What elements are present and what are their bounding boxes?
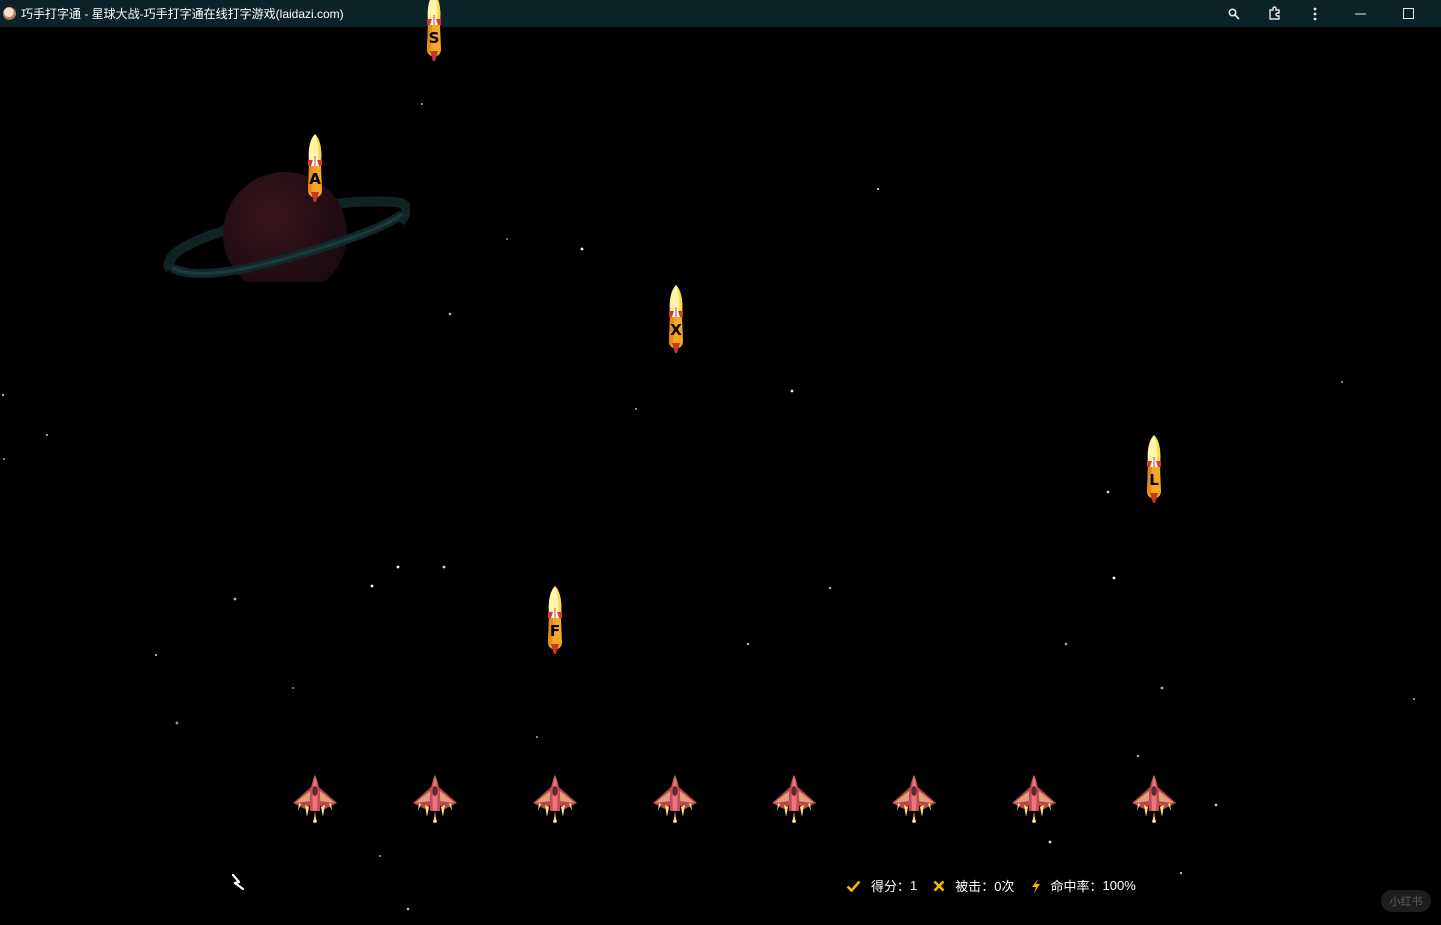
star [397,566,400,569]
star [877,188,879,190]
check-icon [846,880,861,892]
maximize-icon[interactable] [1385,0,1431,27]
hit-label: 被击： [955,876,994,895]
star [3,458,5,460]
score-value: 1 [910,878,917,893]
fighter-jet-icon [770,773,818,823]
star [176,722,179,725]
rocket-enemy: A [303,132,327,204]
status-bar: 得分： 1 被击： 0次 命中率： 100% [846,876,1152,895]
lightning-icon [1031,879,1041,893]
star [1341,381,1343,383]
fighter-jet-icon [890,773,938,823]
rocket-letter: A [303,170,327,188]
rocket-enemy: L [1142,433,1166,505]
star [1161,687,1164,690]
fighter-jet-icon [531,773,579,823]
star [421,103,423,105]
star [1413,698,1415,700]
watermark-logo: 小红书 [1381,890,1431,912]
zoom-icon[interactable] [1215,0,1253,27]
rocket-enemy: F [543,584,567,656]
star [46,434,48,436]
fighter-jet-icon [291,773,339,823]
game-canvas[interactable]: S A X L F 得分： 1 被击： 0次 命中率： 100% 小红书 [0,27,1441,925]
accuracy-label: 命中率： [1051,876,1103,895]
star [292,687,294,689]
star [1113,577,1116,580]
rocket-enemy: S [422,0,446,63]
more-icon[interactable] [1295,0,1335,27]
star [379,855,381,857]
star [155,654,157,656]
star [506,238,508,240]
rocket-letter: F [543,622,567,640]
rocket-letter: X [664,321,688,339]
score-group: 得分： 1 [846,876,917,895]
fighter-jet-icon [411,773,459,823]
star [1215,804,1218,807]
hit-group: 被击： 0次 [933,876,1014,895]
window-controls [1215,0,1441,27]
star [635,408,637,410]
title-bar: 巧手打字通 - 星球大战-巧手打字通在线打字游戏(laidazi.com) [0,0,1441,27]
score-label: 得分： [871,876,910,895]
star [829,587,831,589]
star [407,908,410,911]
app-window: 巧手打字通 - 星球大战-巧手打字通在线打字游戏(laidazi.com) S … [0,0,1441,925]
app-logo-icon [3,7,16,20]
cross-icon [933,880,945,892]
rocket-letter: L [1142,471,1166,489]
planet-icon [160,142,410,282]
hit-value: 0次 [994,876,1014,895]
star [791,390,794,393]
rocket-letter: S [422,29,446,47]
cursor-icon [230,873,248,891]
star [449,313,452,316]
star [747,643,749,645]
accuracy-value: 100% [1103,878,1136,893]
star [581,248,584,251]
window-title: 巧手打字通 - 星球大战-巧手打字通在线打字游戏(laidazi.com) [21,5,344,22]
star [536,736,538,738]
star [443,566,446,569]
minimize-icon[interactable] [1335,0,1385,27]
star [1137,755,1139,757]
fighter-jet-icon [1130,773,1178,823]
star [1180,872,1182,874]
rocket-enemy: X [664,283,688,355]
star [234,598,237,601]
accuracy-group: 命中率： 100% [1031,876,1136,895]
star [2,394,4,396]
star [1107,491,1110,494]
star [1065,643,1068,646]
fighter-jet-icon [651,773,699,823]
fighter-jet-icon [1010,773,1058,823]
extensions-icon[interactable] [1255,0,1295,27]
star [371,585,374,588]
star [1049,841,1052,844]
